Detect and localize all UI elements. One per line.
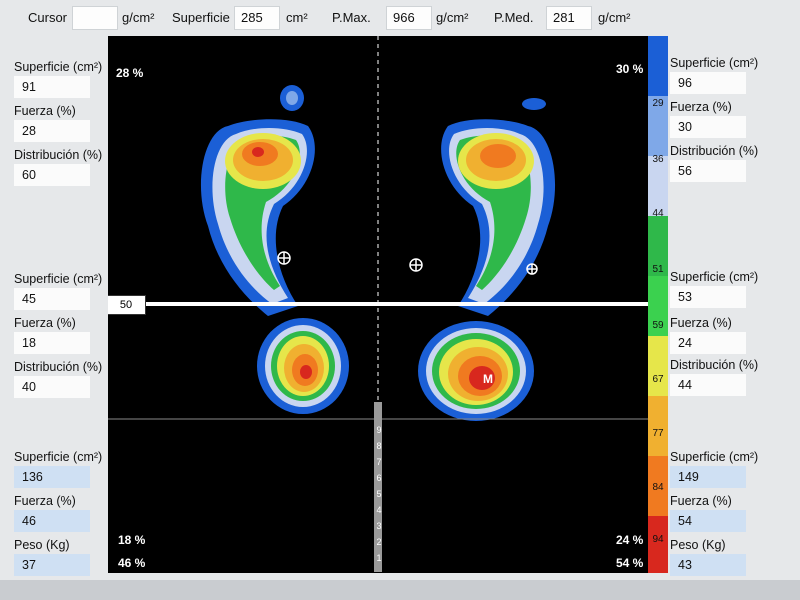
left-total-fuerza-label: Fuerza (%): [14, 494, 76, 508]
left-total-superficie-label: Superficie (cm²): [14, 450, 103, 464]
right-rear-dist-label: Distribución (%): [670, 358, 759, 372]
scale-tick: 94: [652, 534, 664, 545]
scale-tick: 67: [652, 374, 664, 385]
pressure-color-scale: 29 36 44 51 59 67 77 84 94: [648, 36, 668, 573]
left-fore-superficie-value: 91: [14, 76, 90, 98]
scale-tick: 59: [652, 320, 664, 331]
center-scale-number: 4: [376, 505, 382, 515]
center-scale-number: 7: [376, 457, 382, 467]
right-fore-superficie-value: 96: [670, 72, 746, 94]
right-rear-fuerza-value: 24: [670, 332, 746, 354]
left-foot-heel: [257, 318, 349, 414]
right-rear-fuerza-label: Fuerza (%): [670, 316, 732, 330]
superficie-field[interactable]: 285: [234, 6, 280, 30]
scale-tick: 44: [652, 208, 664, 219]
scale-tick: 29: [652, 98, 664, 109]
center-scale-number: 6: [376, 473, 382, 483]
pmed-label: P.Med.: [494, 10, 534, 25]
right-total-superficie-label: Superficie (cm²): [670, 450, 759, 464]
cursor-unit: g/cm²: [122, 10, 155, 25]
left-fore-superficie-label: Superficie (cm²): [14, 60, 103, 74]
left-rear-superficie-label: Superficie (cm²): [14, 272, 103, 286]
right-total-superficie-value: 149: [670, 466, 746, 488]
left-total-superficie-value: 136: [14, 466, 90, 488]
center-of-pressure-icon: [409, 258, 423, 272]
pmax-label: P.Max.: [332, 10, 371, 25]
left-rear-superficie-value: 45: [14, 288, 90, 310]
right-foot-forefoot: [441, 98, 556, 316]
cursor-field[interactable]: [72, 6, 118, 30]
left-foot-forefoot: [200, 85, 315, 316]
superficie-label: Superficie: [172, 10, 230, 25]
center-scale-number: 8: [376, 441, 382, 451]
left-rear-fuerza-value: 18: [14, 332, 90, 354]
scale-segment: [648, 156, 668, 216]
right-rear-dist-value: 44: [670, 374, 746, 396]
right-fore-fuerza-value: 30: [670, 116, 746, 138]
left-total-peso-value: 37: [14, 554, 90, 576]
scale-tick: 77: [652, 428, 664, 439]
left-center-of-pressure-icon: [277, 251, 291, 265]
scale-segment: [648, 396, 668, 456]
peak-pressure-marker: M: [483, 372, 493, 386]
pressure-map[interactable]: 28 % 30 % 18 % 24 % 46 % 54 % 50 M 9 8 7…: [108, 36, 648, 573]
pmax-field[interactable]: 966: [386, 6, 432, 30]
left-fore-percent: 28 %: [116, 66, 144, 80]
right-fore-superficie-label: Superficie (cm²): [670, 56, 759, 70]
right-foot-heel: [418, 321, 534, 421]
right-fore-percent: 30 %: [616, 62, 644, 76]
right-fore-dist-label: Distribución (%): [670, 144, 759, 158]
right-total-fuerza-value: 54: [670, 510, 746, 532]
scale-segment: [648, 36, 668, 96]
scale-tick: 84: [652, 482, 664, 493]
scale-tick: 36: [652, 154, 664, 165]
right-rear-percent: 24 %: [616, 533, 644, 547]
pmed-field[interactable]: 281: [546, 6, 592, 30]
left-fore-dist-value: 60: [14, 164, 90, 186]
center-scale-number: 2: [376, 537, 382, 547]
center-scale-number: 1: [376, 553, 382, 563]
right-fore-fuerza-label: Fuerza (%): [670, 100, 732, 114]
right-rear-superficie-label: Superficie (cm²): [670, 270, 759, 284]
right-total-percent: 54 %: [616, 556, 644, 570]
window-bottom-edge: [0, 580, 800, 600]
superficie-unit: cm²: [286, 10, 308, 25]
divider-position-marker[interactable]: 50: [108, 295, 146, 315]
right-total-peso-value: 43: [670, 554, 746, 576]
right-center-of-pressure-icon: [526, 263, 538, 275]
top-toolbar: Cursor g/cm² Superficie 285 cm² P.Max. 9…: [0, 0, 800, 34]
left-rear-dist-value: 40: [14, 376, 90, 398]
left-rear-fuerza-label: Fuerza (%): [14, 316, 76, 330]
scale-tick: 51: [652, 264, 664, 275]
left-rear-dist-label: Distribución (%): [14, 360, 103, 374]
right-total-fuerza-label: Fuerza (%): [670, 494, 732, 508]
center-scale-number: 3: [376, 521, 382, 531]
center-scale-numbers: 9 8 7 6 5 4 3 2 1: [374, 422, 384, 566]
left-fore-fuerza-label: Fuerza (%): [14, 104, 76, 118]
right-total-peso-label: Peso (Kg): [670, 538, 726, 552]
center-scale-number: 9: [376, 425, 382, 435]
right-rear-superficie-value: 53: [670, 286, 746, 308]
left-total-peso-label: Peso (Kg): [14, 538, 70, 552]
pmed-unit: g/cm²: [598, 10, 631, 25]
center-scale-number: 5: [376, 489, 382, 499]
left-fore-dist-label: Distribución (%): [14, 148, 103, 162]
cursor-label: Cursor: [28, 10, 68, 25]
left-total-percent: 46 %: [118, 556, 146, 570]
pmax-unit: g/cm²: [436, 10, 469, 25]
left-rear-percent: 18 %: [118, 533, 146, 547]
left-fore-fuerza-value: 28: [14, 120, 90, 142]
right-fore-dist-value: 56: [670, 160, 746, 182]
scale-segment: [648, 336, 668, 396]
left-total-fuerza-value: 46: [14, 510, 90, 532]
